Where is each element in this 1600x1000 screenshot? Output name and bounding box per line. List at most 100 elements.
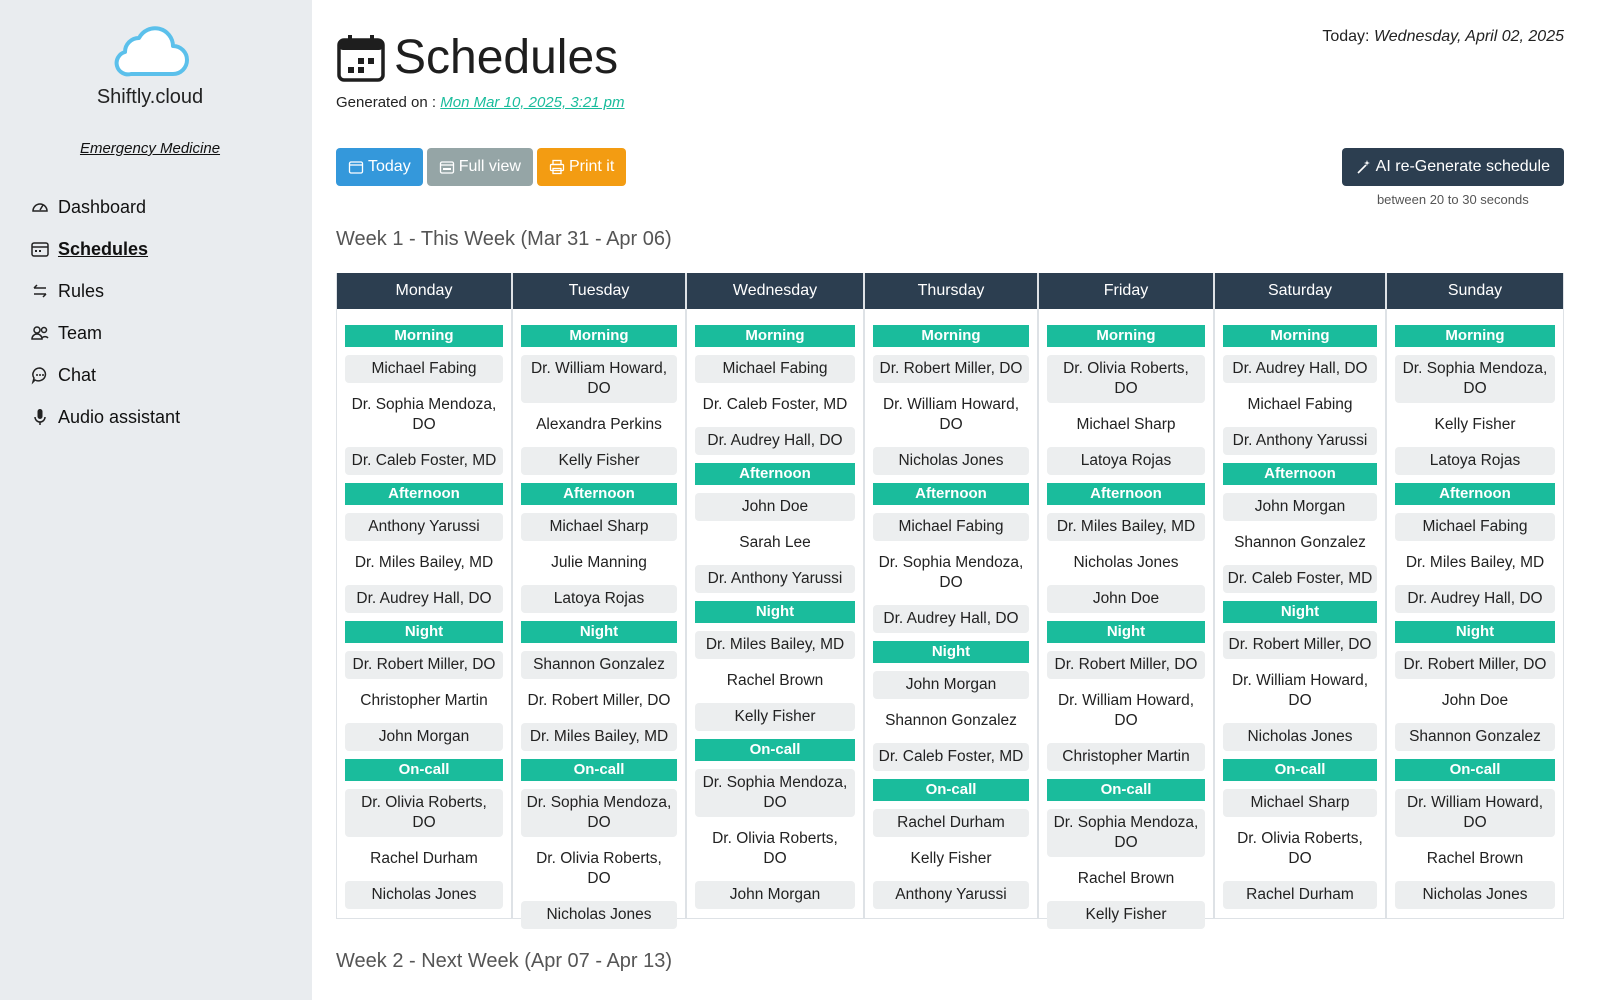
staff-entry[interactable]: Dr. Audrey Hall, DO bbox=[1223, 355, 1377, 383]
staff-entry[interactable]: Dr. Caleb Foster, MD bbox=[1223, 565, 1377, 593]
staff-entry[interactable]: Kelly Fisher bbox=[521, 447, 677, 475]
staff-entry[interactable]: Dr. Robert Miller, DO bbox=[1047, 651, 1205, 679]
staff-entry[interactable]: Dr. Olivia Roberts, DO bbox=[521, 845, 677, 893]
staff-entry[interactable]: John Doe bbox=[1395, 687, 1555, 715]
staff-entry[interactable]: Dr. Anthony Yarussi bbox=[1223, 427, 1377, 455]
staff-entry[interactable]: John Doe bbox=[695, 493, 855, 521]
sidebar-item-rules[interactable]: Rules bbox=[30, 270, 180, 312]
staff-entry[interactable]: Dr. Olivia Roberts, DO bbox=[1223, 825, 1377, 873]
staff-entry[interactable]: Shannon Gonzalez bbox=[873, 707, 1029, 735]
staff-entry[interactable]: Nicholas Jones bbox=[345, 881, 503, 909]
staff-entry[interactable]: John Morgan bbox=[1223, 493, 1377, 521]
staff-entry[interactable]: Latoya Rojas bbox=[1395, 447, 1555, 475]
staff-entry[interactable]: Rachel Brown bbox=[1047, 865, 1205, 893]
staff-entry[interactable]: Dr. Miles Bailey, MD bbox=[345, 549, 503, 577]
staff-entry[interactable]: Rachel Durham bbox=[345, 845, 503, 873]
staff-entry[interactable]: Rachel Brown bbox=[1395, 845, 1555, 873]
staff-entry[interactable]: Dr. Audrey Hall, DO bbox=[695, 427, 855, 455]
staff-entry[interactable]: Christopher Martin bbox=[1047, 743, 1205, 771]
sidebar-item-schedules[interactable]: Schedules bbox=[30, 228, 180, 270]
staff-entry[interactable]: Dr. Miles Bailey, MD bbox=[1395, 549, 1555, 577]
staff-entry[interactable]: Michael Fabing bbox=[345, 355, 503, 383]
print-button[interactable]: Print it bbox=[536, 148, 627, 186]
staff-entry[interactable]: Dr. Robert Miller, DO bbox=[1223, 631, 1377, 659]
staff-entry[interactable]: Dr. William Howard, DO bbox=[1395, 789, 1555, 837]
sidebar-item-chat[interactable]: Chat bbox=[30, 354, 180, 396]
staff-entry[interactable]: Julie Manning bbox=[521, 549, 677, 577]
staff-entry[interactable]: Dr. Robert Miller, DO bbox=[521, 687, 677, 715]
staff-entry[interactable]: Dr. Robert Miller, DO bbox=[1395, 651, 1555, 679]
staff-entry[interactable]: Dr. Caleb Foster, MD bbox=[873, 743, 1029, 771]
department-link[interactable]: Emergency Medicine bbox=[0, 140, 300, 157]
staff-entry[interactable]: John Morgan bbox=[695, 881, 855, 909]
staff-entry[interactable]: Nicholas Jones bbox=[1223, 723, 1377, 751]
staff-entry[interactable]: Kelly Fisher bbox=[873, 845, 1029, 873]
staff-entry[interactable]: Dr. Caleb Foster, MD bbox=[345, 447, 503, 475]
staff-entry[interactable]: Michael Fabing bbox=[873, 513, 1029, 541]
staff-entry[interactable]: Nicholas Jones bbox=[1395, 881, 1555, 909]
staff-entry[interactable]: Michael Sharp bbox=[1223, 789, 1377, 817]
staff-entry[interactable]: Rachel Brown bbox=[695, 667, 855, 695]
staff-entry[interactable]: Nicholas Jones bbox=[521, 901, 677, 929]
sidebar-item-dashboard[interactable]: Dashboard bbox=[30, 186, 180, 228]
full-view-button[interactable]: Full view bbox=[426, 148, 533, 186]
staff-entry[interactable]: Dr. Olivia Roberts, DO bbox=[695, 825, 855, 873]
staff-entry[interactable]: Dr. Anthony Yarussi bbox=[695, 565, 855, 593]
staff-entry[interactable]: Dr. William Howard, DO bbox=[521, 355, 677, 403]
staff-entry[interactable]: Dr. Sophia Mendoza, DO bbox=[873, 549, 1029, 597]
staff-entry[interactable]: Christopher Martin bbox=[345, 687, 503, 715]
staff-entry[interactable]: Kelly Fisher bbox=[1395, 411, 1555, 439]
staff-entry[interactable]: John Doe bbox=[1047, 585, 1205, 613]
staff-entry[interactable]: Michael Sharp bbox=[1047, 411, 1205, 439]
staff-entry[interactable]: Dr. Audrey Hall, DO bbox=[873, 605, 1029, 633]
staff-entry[interactable]: Nicholas Jones bbox=[873, 447, 1029, 475]
staff-entry[interactable]: Kelly Fisher bbox=[695, 703, 855, 731]
staff-entry[interactable]: Dr. Robert Miller, DO bbox=[873, 355, 1029, 383]
staff-entry[interactable]: Michael Fabing bbox=[1395, 513, 1555, 541]
staff-entry[interactable]: Sarah Lee bbox=[695, 529, 855, 557]
staff-entry[interactable]: Rachel Durham bbox=[1223, 881, 1377, 909]
day-header: Friday bbox=[1039, 273, 1213, 309]
staff-entry[interactable]: Dr. Miles Bailey, MD bbox=[1047, 513, 1205, 541]
generated-label: Generated on : bbox=[336, 94, 437, 111]
today-button[interactable]: Today bbox=[336, 148, 423, 186]
staff-entry[interactable]: Latoya Rojas bbox=[1047, 447, 1205, 475]
staff-entry[interactable]: Dr. William Howard, DO bbox=[1047, 687, 1205, 735]
staff-entry[interactable]: Michael Fabing bbox=[1223, 391, 1377, 419]
staff-entry[interactable]: Dr. Sophia Mendoza, DO bbox=[521, 789, 677, 837]
shift-label: Morning bbox=[873, 325, 1029, 347]
sidebar-item-team[interactable]: Team bbox=[30, 312, 180, 354]
ai-regenerate-button[interactable]: AI re-Generate schedule bbox=[1341, 148, 1564, 186]
staff-entry[interactable]: Shannon Gonzalez bbox=[1223, 529, 1377, 557]
staff-entry[interactable]: Dr. Sophia Mendoza, DO bbox=[1047, 809, 1205, 857]
staff-entry[interactable]: Dr. Miles Bailey, MD bbox=[695, 631, 855, 659]
sidebar-item-audio-assistant[interactable]: Audio assistant bbox=[30, 396, 180, 438]
staff-entry[interactable]: Dr. Audrey Hall, DO bbox=[1395, 585, 1555, 613]
staff-entry[interactable]: Alexandra Perkins bbox=[521, 411, 677, 439]
staff-entry[interactable]: Dr. Olivia Roberts, DO bbox=[1047, 355, 1205, 403]
staff-entry[interactable]: Dr. William Howard, DO bbox=[873, 391, 1029, 439]
staff-entry[interactable]: Nicholas Jones bbox=[1047, 549, 1205, 577]
staff-entry[interactable]: Dr. Miles Bailey, MD bbox=[521, 723, 677, 751]
generated-date-link[interactable]: Mon Mar 10, 2025, 3:21 pm bbox=[440, 94, 624, 111]
staff-entry[interactable]: Dr. Olivia Roberts, DO bbox=[345, 789, 503, 837]
staff-entry[interactable]: John Morgan bbox=[873, 671, 1029, 699]
staff-entry[interactable]: Dr. William Howard, DO bbox=[1223, 667, 1377, 715]
staff-entry[interactable]: Kelly Fisher bbox=[1047, 901, 1205, 929]
staff-entry[interactable]: Dr. Sophia Mendoza, DO bbox=[1395, 355, 1555, 403]
staff-entry[interactable]: Dr. Sophia Mendoza, DO bbox=[695, 769, 855, 817]
staff-entry[interactable]: Shannon Gonzalez bbox=[1395, 723, 1555, 751]
staff-entry[interactable]: Anthony Yarussi bbox=[345, 513, 503, 541]
staff-entry[interactable]: Shannon Gonzalez bbox=[521, 651, 677, 679]
staff-entry[interactable]: Rachel Durham bbox=[873, 809, 1029, 837]
staff-entry[interactable]: John Morgan bbox=[345, 723, 503, 751]
staff-entry[interactable]: Michael Fabing bbox=[695, 355, 855, 383]
staff-entry[interactable]: Anthony Yarussi bbox=[873, 881, 1029, 909]
shift-label: Night bbox=[1223, 601, 1377, 623]
staff-entry[interactable]: Latoya Rojas bbox=[521, 585, 677, 613]
staff-entry[interactable]: Michael Sharp bbox=[521, 513, 677, 541]
staff-entry[interactable]: Dr. Sophia Mendoza, DO bbox=[345, 391, 503, 439]
staff-entry[interactable]: Dr. Robert Miller, DO bbox=[345, 651, 503, 679]
staff-entry[interactable]: Dr. Audrey Hall, DO bbox=[345, 585, 503, 613]
staff-entry[interactable]: Dr. Caleb Foster, MD bbox=[695, 391, 855, 419]
